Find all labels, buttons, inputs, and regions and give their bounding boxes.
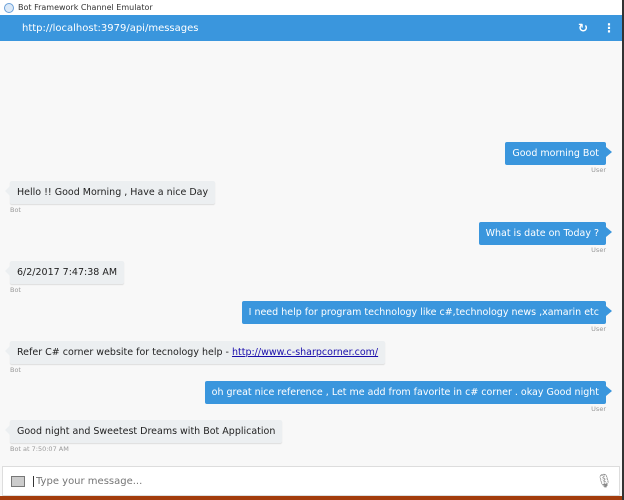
message-composer: 🎙 bbox=[2, 466, 620, 496]
message-meta: Bot at 7:50:07 AM bbox=[10, 445, 69, 453]
message-meta: Bot bbox=[10, 366, 21, 374]
message-meta: Bot bbox=[10, 206, 21, 214]
user-message: What is date on Today ? bbox=[478, 222, 613, 245]
message-meta: User bbox=[591, 246, 606, 254]
app-logo-icon bbox=[4, 2, 14, 13]
bot-message-text: Refer C# corner website for tecnology he… bbox=[17, 347, 232, 358]
window-titlebar: Bot Framework Channel Emulator bbox=[0, 0, 622, 15]
more-menu-icon[interactable]: ⋮ bbox=[596, 21, 622, 35]
user-message: I need help for program technology like … bbox=[241, 301, 613, 324]
message-meta: User bbox=[591, 405, 606, 413]
address-bar: http://localhost:3979/api/messages ↻ ⋮ bbox=[0, 15, 622, 41]
microphone-icon[interactable]: 🎙 bbox=[589, 474, 619, 489]
bot-message: Refer C# corner website for tecnology he… bbox=[4, 341, 386, 364]
message-meta: User bbox=[591, 325, 606, 333]
message-meta: User bbox=[591, 166, 606, 174]
image-upload-icon[interactable] bbox=[11, 475, 25, 487]
message-meta: Bot bbox=[10, 286, 21, 294]
user-message: Good morning Bot bbox=[505, 142, 612, 165]
refresh-icon[interactable]: ↻ bbox=[570, 21, 596, 35]
taskbar-edge bbox=[0, 496, 622, 500]
csharpcorner-link[interactable]: http://www.c-sharpcorner.com/ bbox=[232, 347, 378, 358]
endpoint-url[interactable]: http://localhost:3979/api/messages bbox=[22, 23, 198, 34]
bot-message: 6/2/2017 7:47:38 AM bbox=[4, 261, 125, 284]
user-message: oh great nice reference , Let me add fro… bbox=[204, 381, 613, 404]
bot-message: Good night and Sweetest Dreams with Bot … bbox=[4, 420, 283, 443]
chat-history[interactable]: Good morning Bot User Hello !! Good Morn… bbox=[0, 41, 622, 466]
window-title: Bot Framework Channel Emulator bbox=[18, 3, 153, 12]
message-input[interactable] bbox=[33, 475, 589, 487]
bot-message: Hello !! Good Morning , Have a nice Day bbox=[4, 181, 216, 204]
